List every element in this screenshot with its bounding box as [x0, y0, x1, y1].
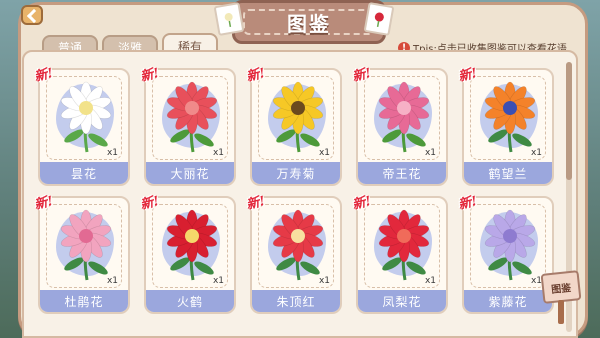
flower-illustration — [484, 81, 536, 153]
book-button-label: 图鉴 — [540, 270, 582, 304]
flower-card[interactable]: x1 凤梨花 — [356, 196, 448, 314]
flower-name: 紫藤花 — [464, 290, 552, 312]
flower-illustration — [60, 81, 112, 153]
flower-illustration — [378, 209, 430, 281]
flower-name: 火鹤 — [146, 290, 234, 312]
flower-card[interactable]: x1 杜鹃花 — [38, 196, 130, 314]
flower-name: 朱顶红 — [252, 290, 340, 312]
back-button[interactable] — [21, 5, 43, 25]
title-plate: 图鉴 — [232, 0, 386, 44]
flower-count: x1 — [212, 276, 224, 286]
flower-name: 帝王花 — [358, 162, 446, 184]
flower-card[interactable]: x1 昙花 — [38, 68, 130, 186]
book-button[interactable]: 图鉴 — [540, 266, 584, 326]
flower-card[interactable]: x1 鹤望兰 — [462, 68, 554, 186]
flower-illustration — [166, 81, 218, 153]
page-title: 图鉴 — [287, 11, 331, 36]
flower-illustration — [166, 209, 218, 281]
flower-name: 昙花 — [40, 162, 128, 184]
flower-count: x1 — [318, 148, 330, 158]
card-deco-icon-right — [363, 1, 395, 37]
card-deco-icon-left — [213, 1, 245, 37]
flower-name: 大丽花 — [146, 162, 234, 184]
flower-grid: x1 昙花 新! x1 大丽花 新! x1 万寿菊 新! x1 帝王花 新! x1 鹤望兰 新! x1 杜鹃花新… — [33, 66, 558, 338]
flower-name: 杜鹃花 — [40, 290, 128, 312]
flower-count: x1 — [424, 276, 436, 286]
flower-card[interactable]: x1 万寿菊 — [250, 68, 342, 186]
scrollbar-thumb[interactable] — [566, 62, 572, 180]
flower-illustration — [272, 209, 324, 281]
flower-card[interactable]: x1 帝王花 — [356, 68, 448, 186]
flower-name: 凤梨花 — [358, 290, 446, 312]
flower-count: x1 — [318, 276, 330, 286]
flower-illustration — [272, 81, 324, 153]
flower-count: x1 — [530, 148, 542, 158]
flower-illustration — [60, 209, 112, 281]
flower-card[interactable]: x1 朱顶红 — [250, 196, 342, 314]
flower-illustration — [378, 81, 430, 153]
flower-count: x1 — [106, 276, 118, 286]
flower-name: 鹤望兰 — [464, 162, 552, 184]
flower-name: 万寿菊 — [252, 162, 340, 184]
flower-count: x1 — [106, 148, 118, 158]
flower-card[interactable]: x1 大丽花 — [144, 68, 236, 186]
flower-count: x1 — [424, 148, 436, 158]
flower-count: x1 — [212, 148, 224, 158]
flower-card[interactable]: x1 火鹤 — [144, 196, 236, 314]
signpost-stick — [558, 300, 564, 324]
